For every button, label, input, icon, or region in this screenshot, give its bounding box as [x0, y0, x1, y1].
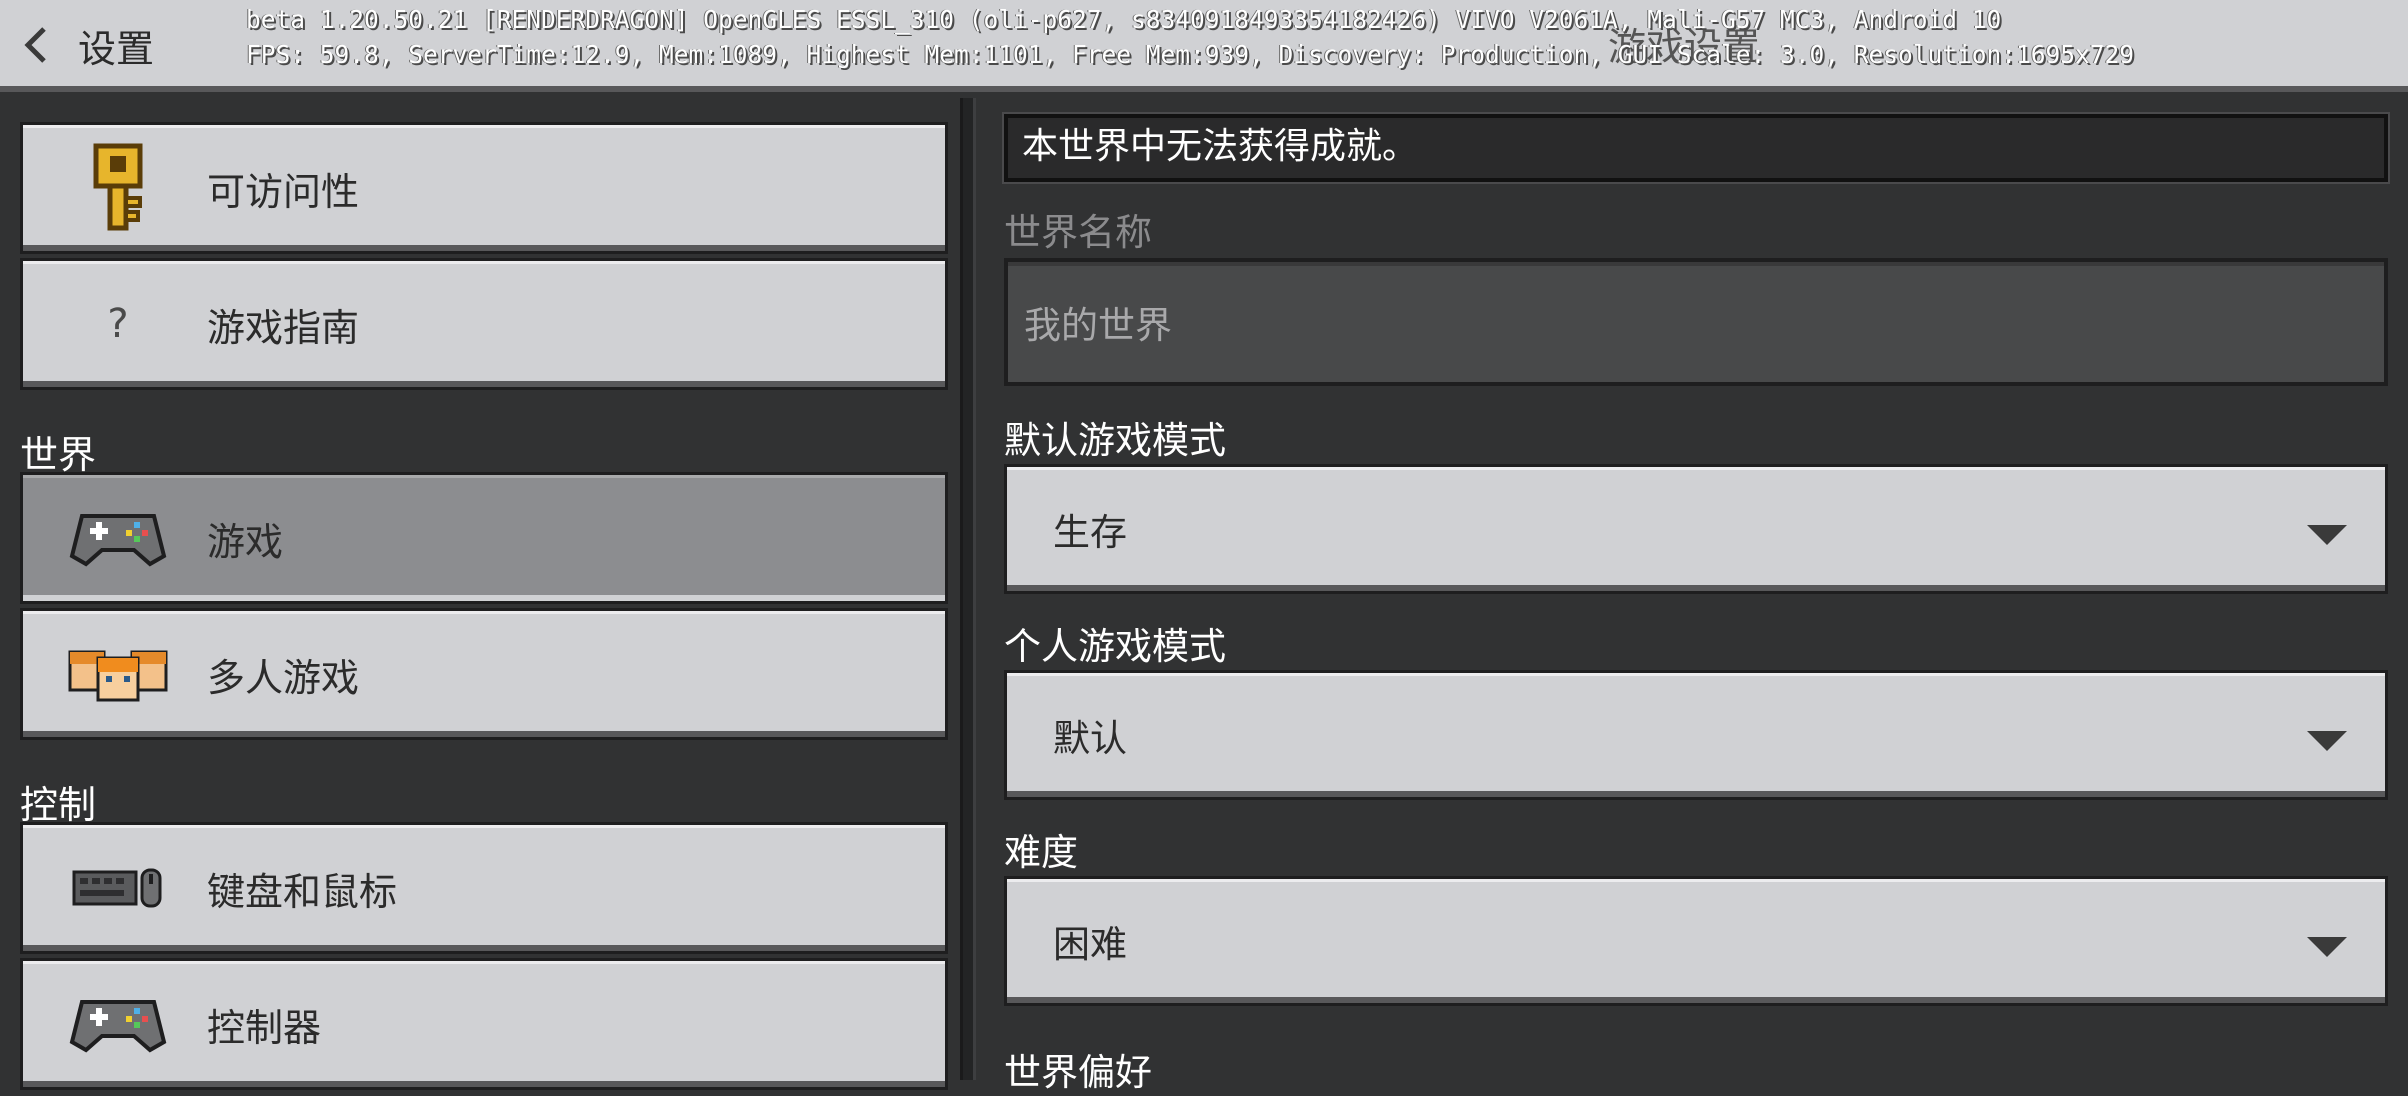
default-game-mode-dropdown[interactable]: 生存 — [1004, 464, 2388, 594]
section-heading-world: 世界 — [20, 433, 97, 477]
section-heading-controls: 控制 — [20, 783, 97, 827]
sidebar-item-accessibility[interactable]: 可访问性 — [20, 122, 948, 254]
top-bar: 设置 游戏设置 beta 1.20.50.21 [RENDERDRAGON] O… — [0, 0, 2408, 92]
chevron-down-icon — [2307, 731, 2347, 751]
sidebar-item-label: 键盘和鼠标 — [207, 869, 398, 914]
default-game-mode-value: 生存 — [1053, 511, 1127, 554]
pane-divider[interactable] — [960, 98, 976, 1080]
sidebar-item-how-to-play[interactable]: ? 游戏指南 — [20, 258, 948, 390]
difficulty-dropdown[interactable]: 困难 — [1004, 876, 2388, 1006]
question-mark-icon: ? — [107, 301, 129, 347]
difficulty-value: 困难 — [1053, 923, 1127, 966]
sidebar-item-label: 多人游戏 — [207, 655, 360, 700]
settings-sidebar: 可访问性 ? 游戏指南 世界 游戏 多人游戏 控制 键盘和鼠标 控制器 — [0, 98, 960, 1090]
gamepad-icon — [63, 483, 173, 593]
sidebar-item-label: 游戏 — [207, 519, 284, 564]
debug-overlay: beta 1.20.50.21 [RENDERDRAGON] OpenGLES … — [246, 2, 2396, 72]
controller-icon — [63, 969, 173, 1079]
world-name-label: 世界名称 — [1004, 211, 1152, 254]
keyboard-mouse-icon — [63, 833, 173, 943]
world-preferences-label: 世界偏好 — [1004, 1051, 1152, 1094]
chevron-left-icon — [24, 27, 46, 63]
back-label: 设置 — [78, 26, 155, 71]
debug-line-1: beta 1.20.50.21 [RENDERDRAGON] OpenGLES … — [246, 5, 2002, 34]
multiplayer-icon — [63, 619, 173, 729]
sidebar-item-multiplayer[interactable]: 多人游戏 — [20, 608, 948, 740]
sidebar-item-keyboard-mouse[interactable]: 键盘和鼠标 — [20, 822, 948, 954]
back-button[interactable]: 设置 — [18, 14, 188, 76]
sidebar-item-controller[interactable]: 控制器 — [20, 958, 948, 1090]
chevron-down-icon — [2307, 525, 2347, 545]
personal-game-mode-value: 默认 — [1053, 717, 1127, 760]
game-settings-panel: 本世界中无法获得成就。 世界名称 我的世界 默认游戏模式 生存 个人游戏模式 默… — [976, 98, 2408, 1094]
sidebar-item-label: 控制器 — [207, 1005, 322, 1050]
world-name-value: 我的世界 — [1024, 304, 1172, 347]
world-name-input[interactable]: 我的世界 — [1004, 258, 2388, 386]
personal-game-mode-dropdown[interactable]: 默认 — [1004, 670, 2388, 800]
sidebar-item-label: 可访问性 — [207, 169, 360, 214]
debug-line-2: FPS: 59.8, ServerTime:12.9, Mem:1089, Hi… — [246, 40, 2135, 69]
key-icon — [63, 133, 173, 243]
personal-game-mode-label: 个人游戏模式 — [1004, 625, 1226, 668]
achievements-notice: 本世界中无法获得成就。 — [1002, 112, 2390, 184]
difficulty-label: 难度 — [1004, 831, 1078, 874]
chevron-down-icon — [2307, 937, 2347, 957]
default-game-mode-label: 默认游戏模式 — [1004, 419, 1226, 462]
sidebar-item-label: 游戏指南 — [207, 305, 360, 350]
sidebar-item-game[interactable]: 游戏 — [20, 472, 948, 604]
